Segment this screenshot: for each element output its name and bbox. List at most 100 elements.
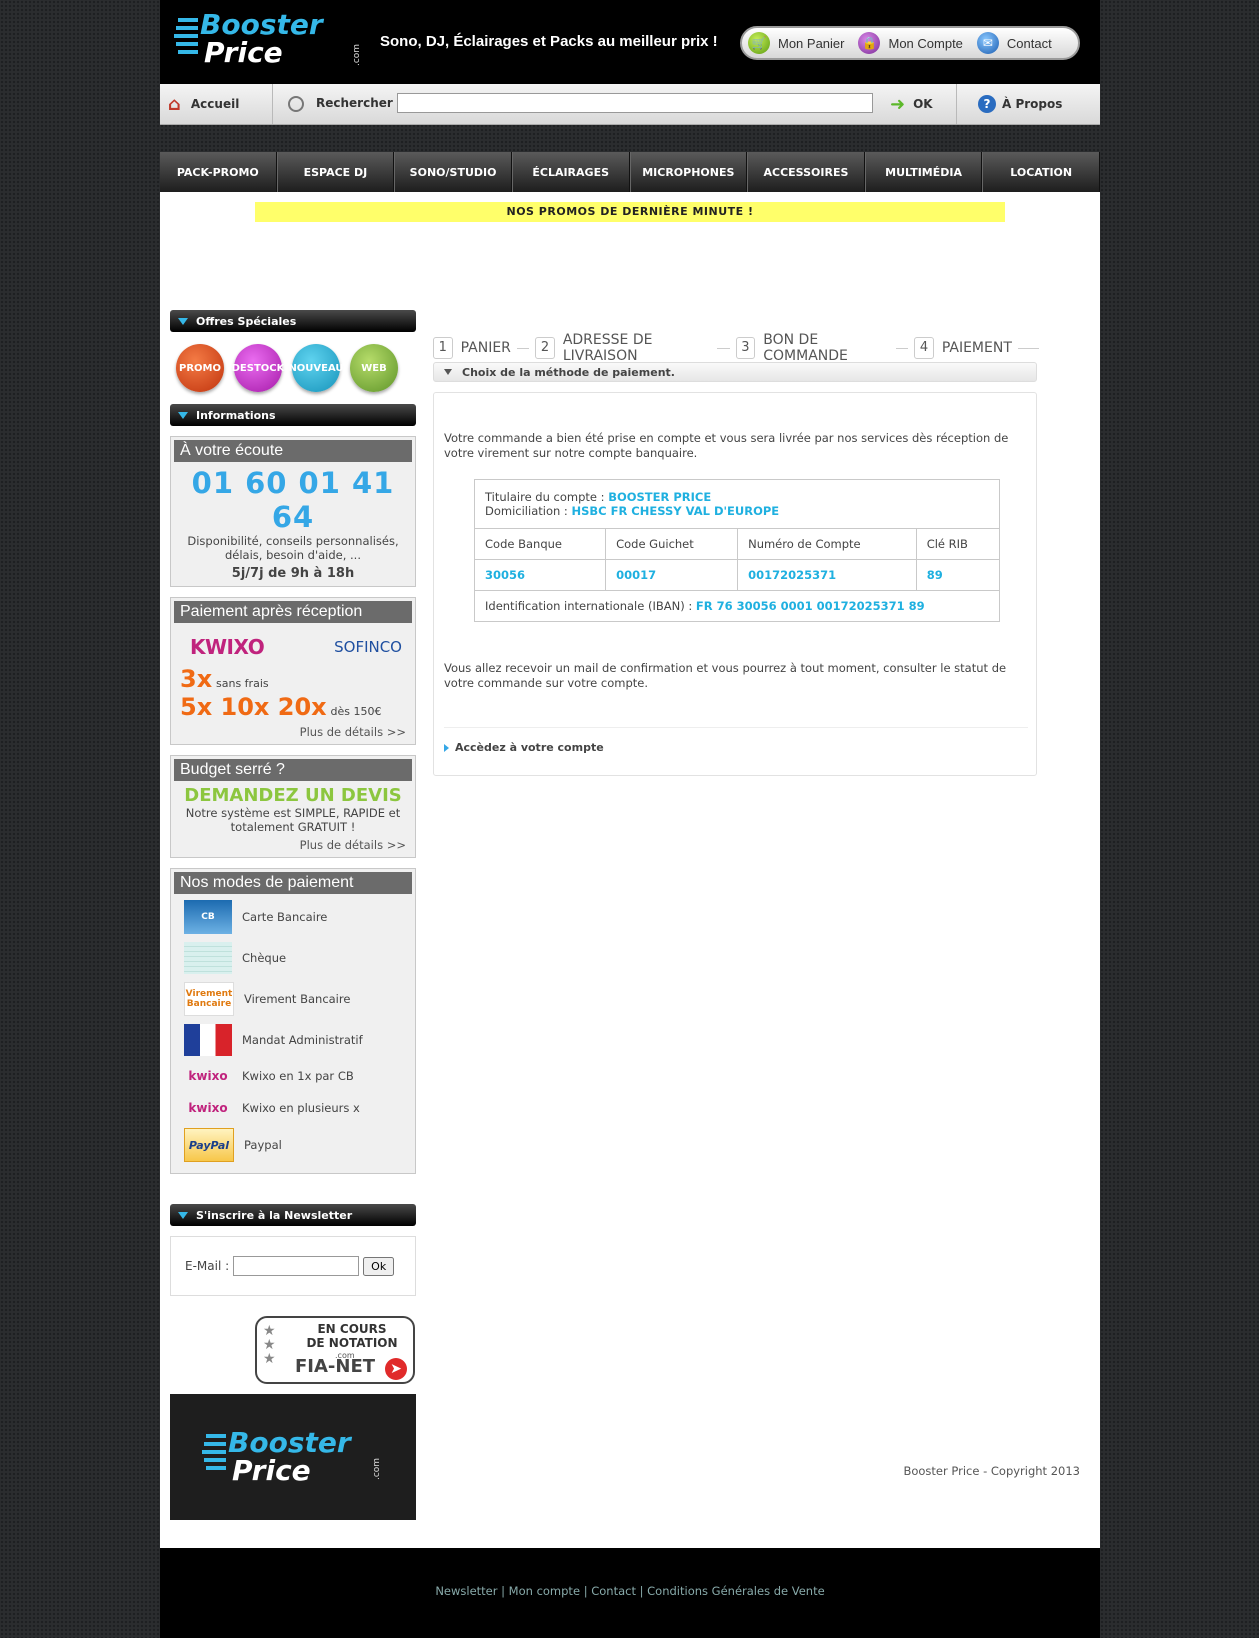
holder-label: Titulaire du compte : — [485, 490, 605, 504]
quote-cta[interactable]: DEMANDEZ UN DEVIS — [174, 785, 412, 806]
branch-code: 00017 — [605, 559, 739, 591]
info-title-label: Informations — [196, 408, 276, 422]
nav-location[interactable]: LOCATION — [982, 152, 1100, 192]
top-links: 🛒 Mon Panier 🔒 Mon Compte ✉ Contact — [740, 26, 1080, 60]
payment-mode-label: Kwixo en plusieurs x — [242, 1101, 360, 1115]
partner-logos: KWIXO SOFINCO — [174, 623, 412, 665]
order-confirmation-text: Votre commande a bien été prise en compt… — [444, 431, 1009, 460]
nav-eclairages[interactable]: ÉCLAIRAGES — [511, 152, 630, 192]
footer-link-newsletter[interactable]: Newsletter — [435, 1584, 497, 1598]
more-details-link[interactable]: Plus de détails >> — [174, 725, 412, 739]
search-ok-button[interactable]: ➜ OK — [890, 84, 933, 124]
web-badge[interactable]: WEB — [350, 344, 398, 392]
nouveau-badge[interactable]: NOUVEAU — [288, 344, 344, 392]
holder-value: BOOSTER PRICE — [608, 490, 712, 504]
offers-title: Offres Spéciales — [170, 310, 416, 332]
destock-badge[interactable]: DESTOCK — [232, 344, 284, 392]
divider — [895, 347, 909, 349]
kwixo-icon: kwixo — [188, 1101, 228, 1115]
about-label: À Propos — [1002, 97, 1063, 111]
logo-com: .com — [372, 1457, 383, 1481]
divider — [516, 347, 530, 349]
nav-pack-promo[interactable]: PACK-PROMO — [160, 152, 277, 192]
arrow-right-icon: ➜ — [890, 93, 906, 115]
budget-head: Budget serré ? — [174, 759, 412, 781]
column-header: Numéro de Compte — [737, 528, 917, 560]
cart-icon: 🛒 — [748, 32, 770, 54]
triangle-down-icon — [444, 369, 452, 375]
budget-box: Budget serré ? DEMANDEZ UN DEVIS Notre s… — [170, 755, 416, 858]
promo-banner[interactable]: NOS PROMOS DE DERNIÈRE MINUTE ! — [255, 202, 1005, 222]
nav-microphones[interactable]: MICROPHONES — [629, 152, 748, 192]
contact-link[interactable]: ✉ Contact — [976, 32, 1052, 54]
contact-label: Contact — [1006, 35, 1052, 51]
about-link[interactable]: ? À Propos — [978, 84, 1062, 124]
header: Booster Price .com Sono, DJ, Éclairages … — [160, 0, 1100, 84]
step-label[interactable]: BON DE COMMANDE — [763, 332, 890, 364]
newsletter-title-label: S'inscrire à la Newsletter — [196, 1208, 353, 1222]
separator: | — [639, 1584, 644, 1598]
credit-card-icon: CB — [184, 900, 232, 934]
multi-line: 5x 10x 20x dès 150€ — [174, 693, 412, 721]
step-label[interactable]: ADRESSE DE LIVRAISON — [563, 332, 712, 364]
logo-stripes-icon — [174, 18, 198, 66]
site-logo[interactable]: Booster Price .com — [174, 10, 364, 74]
domicile-value: HSBC FR CHESSY VAL D'EUROPE — [571, 504, 780, 518]
confirmation-mail-text: Vous allez recevoir un mail de confirmat… — [444, 661, 1007, 690]
budget-text: Notre système est SIMPLE, RAPIDE et tota… — [185, 806, 401, 834]
table-row: 30056 00017 00172025371 89 — [473, 559, 1001, 591]
cheque-icon — [184, 942, 232, 974]
account-link[interactable]: 🔒 Mon Compte — [858, 32, 963, 54]
promo-badge[interactable]: PROMO — [176, 344, 224, 392]
section-title: Choix de la méthode de paiement. — [462, 365, 675, 379]
more-details-link[interactable]: Plus de détails >> — [174, 838, 412, 852]
home-link[interactable]: ⌂ Accueil — [168, 84, 239, 124]
step-label[interactable]: PANIER — [461, 340, 511, 356]
rib-key: 89 — [915, 559, 1001, 591]
column-header: Code Banque — [473, 528, 607, 560]
search-input[interactable] — [397, 93, 873, 113]
divider — [272, 84, 273, 124]
newsletter-ok-button[interactable]: Ok — [363, 1256, 395, 1276]
stars-icon: ★ ★ ★ — [263, 1323, 276, 1367]
nav-espace-dj[interactable]: ESPACE DJ — [276, 152, 395, 192]
footer-link-cgv[interactable]: Conditions Générales de Vente — [647, 1584, 825, 1598]
copyright: Booster Price - Copyright 2013 — [903, 1464, 1080, 1478]
account-holder-cell: Titulaire du compte : BOOSTER PRICE Domi… — [474, 479, 1000, 529]
logo-com: .com — [352, 43, 363, 67]
page: Booster Price .com Sono, DJ, Éclairages … — [160, 0, 1100, 1638]
newsletter-title: S'inscrire à la Newsletter — [170, 1204, 416, 1226]
payment-mode-label: Carte Bancaire — [242, 910, 328, 924]
bank-code: 30056 — [473, 559, 607, 591]
email-label: E-Mail : — [185, 1259, 230, 1273]
payment-method-section-header[interactable]: Choix de la méthode de paiement. — [433, 362, 1037, 382]
step-number: 1 — [433, 337, 453, 359]
account-number: 00172025371 — [737, 559, 917, 591]
divider — [1017, 347, 1039, 349]
nav-accessoires[interactable]: ACCESSOIRES — [747, 152, 865, 192]
newsletter-form: E-Mail : Ok — [170, 1236, 416, 1296]
nav-sono-studio[interactable]: SONO/STUDIO — [394, 152, 512, 192]
access-account-link[interactable]: Accèdez à votre compte — [444, 741, 604, 754]
list-item: Chèque — [174, 938, 412, 978]
listen-hours: 5j/7j de 9h à 18h — [231, 566, 355, 581]
fianet-line2: DE NOTATION — [306, 1336, 398, 1350]
footer-logo[interactable]: Booster Price .com — [170, 1394, 416, 1520]
main-nav: PACK-PROMO ESPACE DJ SONO/STUDIO ÉCLAIRA… — [160, 152, 1100, 192]
x3-line: 3x sans frais — [174, 665, 412, 693]
phone-number[interactable]: 01 60 01 41 64 — [174, 466, 412, 534]
main-content: NOS PROMOS DE DERNIÈRE MINUTE ! Offres S… — [160, 192, 1100, 1548]
payment-mode-label: Paypal — [244, 1138, 282, 1152]
kwixo-logo: KWIXO — [190, 635, 265, 659]
bank-details-table: Titulaire du compte : BOOSTER PRICE Domi… — [473, 479, 1001, 622]
search-label: Rechercher — [316, 96, 393, 110]
tagline: Sono, DJ, Éclairages et Packs au meilleu… — [380, 33, 718, 50]
email-field[interactable] — [233, 1256, 360, 1276]
payment-mode-label: Mandat Administratif — [242, 1033, 363, 1047]
footer-link-account[interactable]: Mon compte — [509, 1584, 580, 1598]
fianet-badge[interactable]: ★ ★ ★ EN COURS DE NOTATION .com FIA-NET ➤ — [255, 1316, 415, 1384]
cart-link[interactable]: 🛒 Mon Panier — [748, 32, 844, 54]
footer-link-contact[interactable]: Contact — [591, 1584, 636, 1598]
nav-multimedia[interactable]: MULTIMÉDIA — [864, 152, 983, 192]
x3-value: 3x — [180, 665, 213, 693]
